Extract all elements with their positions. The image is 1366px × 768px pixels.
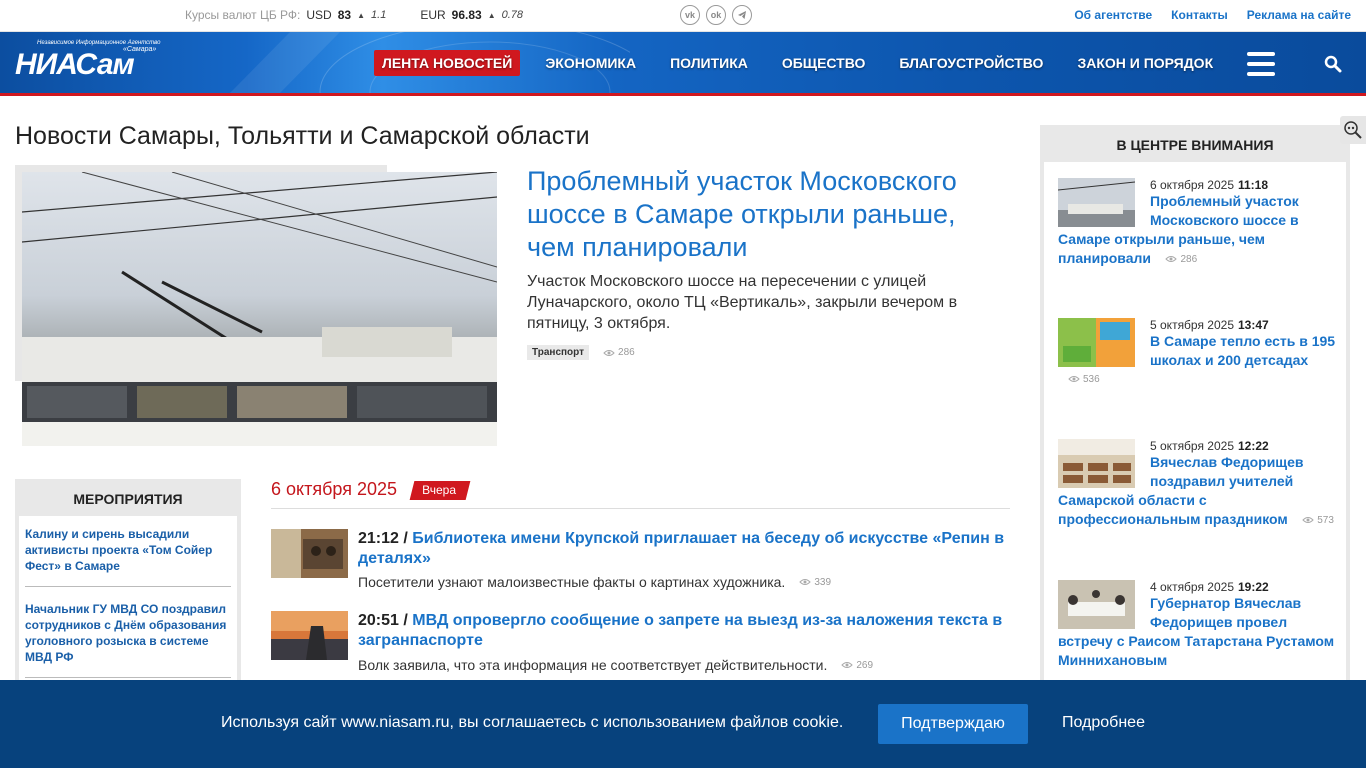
event-item[interactable]: Калину и сирень высадили активисты проек…: [25, 526, 231, 587]
site-logo[interactable]: Независимое Информационное Агентство НИА…: [15, 40, 170, 86]
sidebar-time: 12:22: [1238, 439, 1269, 453]
feed-title[interactable]: Библиотека имени Крупской приглашает на …: [358, 530, 1004, 567]
contacts-link[interactable]: Контакты: [1171, 8, 1228, 22]
hero-meta: Транспорт 286: [527, 345, 635, 360]
social-links: vk ok: [680, 5, 752, 25]
feed-thumbnail[interactable]: [271, 529, 348, 578]
feed-views: 269: [841, 660, 873, 671]
events-box: МЕРОПРИЯТИЯ Калину и сирень высадили акт…: [15, 479, 241, 689]
sidebar-views: 286: [1165, 252, 1197, 265]
arrow-up-icon: ▲: [357, 10, 366, 20]
sidebar-date: 5 октября 2025: [1150, 318, 1234, 332]
eye-icon: [841, 662, 854, 668]
nav-news-feed[interactable]: Лента новостей: [374, 50, 521, 76]
usd-code: USD: [306, 8, 332, 22]
currency-rates: Курсы валют ЦБ РФ: USD 83 ▲ 1.1 EUR 96.8…: [185, 8, 523, 22]
site-header: Независимое Информационное Агентство НИА…: [0, 32, 1366, 93]
logo-text: НИАСам: [15, 48, 135, 81]
eur-change: 0.78: [501, 9, 524, 21]
cookie-more-link[interactable]: Подробнее: [1062, 714, 1145, 732]
hero-title[interactable]: Проблемный участок Московского шоссе в С…: [527, 165, 997, 264]
feed-thumbnail[interactable]: [271, 611, 348, 660]
nav-law[interactable]: Закон и порядок: [1069, 50, 1221, 76]
sidebar-time: 11:18: [1238, 178, 1269, 192]
hero-views: 286: [603, 347, 635, 358]
nav-society[interactable]: Общество: [774, 50, 874, 76]
hero-image[interactable]: [15, 165, 497, 446]
accessibility-zoom-icon[interactable]: [1340, 116, 1366, 144]
eye-icon: [1302, 517, 1314, 523]
hero-views-count: 286: [618, 347, 635, 358]
cookie-banner: Используя сайт www.niasam.ru, вы соглаша…: [0, 680, 1366, 768]
sidebar-title: В ЦЕНТРЕ ВНИМАНИЯ: [1116, 137, 1274, 153]
feed-desc: Волк заявила, что эта информация не соот…: [358, 657, 828, 673]
sidebar-title-link[interactable]: В Самаре тепло есть в 195 школах и 200 д…: [1150, 333, 1335, 368]
feed-time: 21:12 /: [358, 530, 408, 547]
about-link[interactable]: Об агентстве: [1074, 8, 1152, 22]
eye-icon: [1165, 256, 1178, 262]
nav-improvement[interactable]: Благоустройство: [891, 50, 1051, 76]
eye-icon: [1068, 376, 1080, 382]
sidebar-item[interactable]: 5 октября 2025 13:47 В Самаре тепло есть …: [1058, 318, 1338, 388]
logo-sub: «Самара»: [123, 46, 157, 53]
advertising-link[interactable]: Реклама на сайте: [1247, 8, 1351, 22]
arrow-up-icon: ▲: [487, 10, 496, 20]
feed-badge: Вчера: [409, 481, 471, 500]
vk-icon[interactable]: vk: [680, 5, 700, 25]
sidebar-thumbnail[interactable]: [1058, 178, 1135, 227]
sidebar-item[interactable]: 4 октября 2025 19:22 Губернатор Вячеслав …: [1058, 580, 1338, 670]
page-title: Новости Самары, Тольятти и Самарской обл…: [15, 122, 590, 150]
header-accent-line: [0, 93, 1366, 96]
sidebar-date: 4 октября 2025: [1150, 580, 1234, 594]
eye-icon: [603, 349, 615, 356]
cookie-text: Используя сайт www.niasam.ru, вы соглаша…: [221, 714, 844, 731]
sidebar-thumbnail[interactable]: [1058, 318, 1135, 367]
sidebar-views: 536: [1068, 372, 1100, 385]
hero-lead: Участок Московского шоссе на пересечении…: [527, 273, 958, 332]
feed-title[interactable]: МВД опровергло сообщение о запрете на вы…: [358, 612, 1002, 649]
feed-date: 6 октября 2025: [271, 479, 397, 499]
feed-desc: Посетители узнают малоизвестные факты о …: [358, 574, 786, 590]
usd-change: 1.1: [371, 9, 387, 21]
sidebar-item[interactable]: 6 октября 2025 11:18 Проблемный участок М…: [1058, 178, 1338, 268]
search-icon[interactable]: [1324, 55, 1342, 73]
nav-politics[interactable]: Политика: [662, 50, 756, 76]
usd-value: 83: [337, 8, 352, 22]
top-links: Об агентстве Контакты Реклама на сайте: [1074, 8, 1351, 22]
sidebar-time: 13:47: [1238, 318, 1269, 332]
sidebar-item[interactable]: 5 октября 2025 12:22 Вячеслав Федорищев п…: [1058, 439, 1338, 529]
event-item[interactable]: Начальник ГУ МВД СО поздравил сотруднико…: [25, 601, 231, 678]
feed-time: 20:51 /: [358, 612, 408, 629]
cookie-confirm-button[interactable]: Подтверждаю: [878, 704, 1028, 744]
sidebar-thumbnail[interactable]: [1058, 580, 1135, 629]
sidebar-date: 6 октября 2025: [1150, 178, 1234, 192]
eur-code: EUR: [420, 8, 446, 22]
telegram-icon[interactable]: [732, 5, 752, 25]
rates-label: Курсы валют ЦБ РФ:: [185, 8, 301, 22]
menu-icon[interactable]: [1247, 52, 1275, 76]
feed-divider: [271, 508, 1010, 509]
sidebar-time: 19:22: [1238, 580, 1269, 594]
main-nav: Лента новостей Экономика Политика Общест…: [374, 50, 1239, 76]
sidebar-thumbnail[interactable]: [1058, 439, 1135, 488]
events-title: МЕРОПРИЯТИЯ: [73, 491, 183, 507]
nav-economy[interactable]: Экономика: [537, 50, 644, 76]
ok-icon[interactable]: ok: [706, 5, 726, 25]
focus-sidebar: В ЦЕНТРЕ ВНИМАНИЯ 6 октября 2025 11:18 Пр…: [1040, 125, 1350, 685]
eye-icon: [799, 579, 812, 585]
eur-value: 96.83: [451, 8, 482, 22]
feed-views: 339: [799, 577, 831, 588]
sidebar-date: 5 октября 2025: [1150, 439, 1234, 453]
top-bar: Курсы валют ЦБ РФ: USD 83 ▲ 1.1 EUR 96.8…: [0, 0, 1366, 32]
hero-tag[interactable]: Транспорт: [527, 345, 590, 360]
sidebar-views: 573: [1302, 513, 1334, 526]
